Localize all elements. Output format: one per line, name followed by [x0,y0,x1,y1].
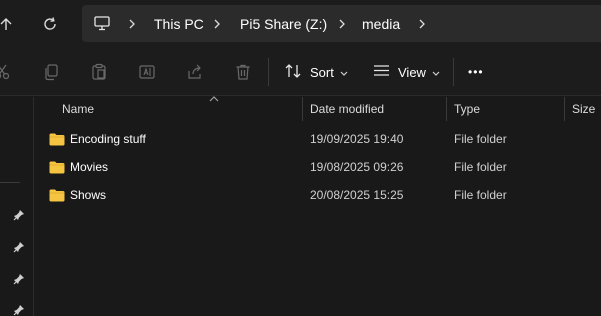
sort-icon [285,63,302,81]
column-divider[interactable] [446,97,447,121]
command-bar: Sort View ••• [0,48,601,96]
column-header-row: Name Date modified Type Size [34,94,601,121]
toolbar-divider [268,58,269,86]
column-header-date-modified[interactable]: Date modified [310,97,384,121]
delete-icon[interactable] [233,62,253,82]
file-type: File folder [454,160,507,174]
nav-separator [0,182,20,183]
file-row[interactable]: Encoding stuff 19/09/2025 19:40 File fol… [34,125,601,153]
view-button[interactable]: View [373,60,440,84]
toolbar-divider [453,58,454,86]
pin-icon[interactable] [12,272,26,286]
column-header-type[interactable]: Type [454,97,480,121]
pin-icon[interactable] [12,208,26,222]
column-divider[interactable] [302,97,303,121]
chevron-right-icon[interactable] [338,5,346,42]
file-date-modified: 19/09/2025 19:40 [310,132,404,146]
sort-label: Sort [310,64,334,80]
chevron-right-icon[interactable] [418,5,426,42]
sort-ascending-icon [209,94,219,104]
breadcrumb-pi5-share[interactable]: Pi5 Share (Z:) [240,5,327,42]
copy-icon[interactable] [42,62,62,82]
chevron-right-icon[interactable] [128,5,136,42]
file-row[interactable]: Shows 20/08/2025 15:25 File folder [34,181,601,209]
computer-icon[interactable] [94,5,110,42]
column-header-size[interactable]: Size [572,97,595,121]
column-header-name[interactable]: Name [62,97,94,121]
file-date-modified: 20/08/2025 15:25 [310,188,404,202]
folder-icon [49,133,65,146]
navigation-pane [0,97,34,316]
breadcrumb-this-pc[interactable]: This PC [154,5,204,42]
column-divider[interactable] [564,97,565,121]
file-name: Encoding stuff [70,132,146,146]
file-type: File folder [454,188,507,202]
up-arrow-icon[interactable] [0,12,18,36]
more-options-button[interactable]: ••• [468,60,484,84]
chevron-down-icon [432,65,440,80]
pin-icon[interactable] [12,240,26,254]
pin-icon[interactable] [12,303,26,316]
address-bar-row: This PC Pi5 Share (Z:) media [0,0,601,48]
address-bar[interactable]: This PC Pi5 Share (Z:) media [82,5,601,42]
cut-icon[interactable] [0,62,12,82]
sort-button[interactable]: Sort [285,60,348,84]
folder-icon [49,161,65,174]
chevron-down-icon [340,65,348,80]
view-icon [373,64,390,80]
share-icon[interactable] [185,62,205,82]
paste-icon[interactable] [89,62,109,82]
view-label: View [398,64,426,80]
rename-icon[interactable] [137,62,157,82]
file-type: File folder [454,132,507,146]
chevron-right-icon[interactable] [213,5,221,42]
file-row[interactable]: Movies 19/08/2025 09:26 File folder [34,153,601,181]
breadcrumb-media[interactable]: media [362,5,400,42]
file-name: Movies [70,160,109,174]
file-name: Shows [70,188,107,202]
refresh-icon[interactable] [38,12,62,36]
file-explorer-window: This PC Pi5 Share (Z:) media Sort View •… [0,0,601,316]
file-date-modified: 19/08/2025 09:26 [310,160,404,174]
folder-icon [49,189,65,202]
